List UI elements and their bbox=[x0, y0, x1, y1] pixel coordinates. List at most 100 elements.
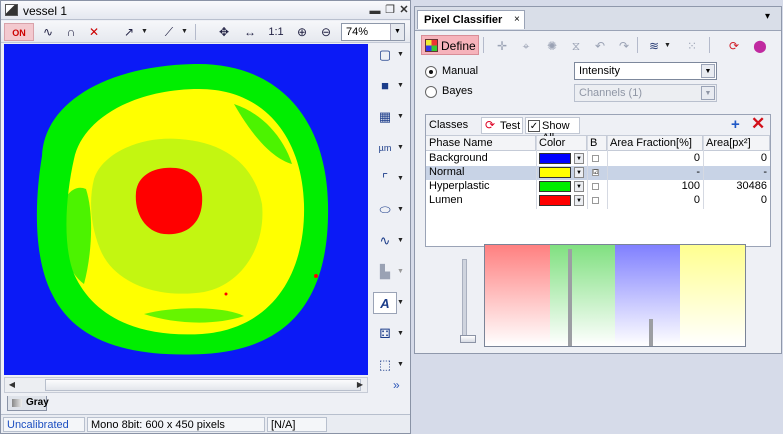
column-header[interactable]: Area Fraction[%] bbox=[607, 136, 703, 151]
column-header[interactable]: Area[px²] bbox=[703, 136, 770, 151]
close-icon[interactable]: ✕ bbox=[398, 4, 410, 16]
color-swatch[interactable] bbox=[539, 167, 571, 178]
curve-icon[interactable]: ∿ bbox=[38, 23, 58, 41]
column-header[interactable]: Phase Name bbox=[426, 136, 536, 151]
chevron-down-icon[interactable]: ▼ bbox=[574, 195, 584, 206]
scroll-right-icon[interactable]: ▶ bbox=[354, 379, 366, 391]
image-canvas[interactable] bbox=[4, 44, 368, 375]
channel-tab-gray[interactable]: Gray bbox=[7, 396, 49, 411]
b-checkbox[interactable] bbox=[592, 183, 599, 190]
arrow-dropdown-icon[interactable]: ▼ bbox=[141, 23, 149, 41]
chevron-down-icon[interactable]: ▼ bbox=[397, 323, 407, 345]
chevron-down-icon[interactable]: ▼ bbox=[701, 64, 715, 78]
define-button[interactable]: Define bbox=[421, 35, 479, 55]
chevron-down-icon[interactable]: ▼ bbox=[574, 181, 584, 192]
contrast-curve-icon[interactable]: ⟋ bbox=[159, 23, 179, 41]
classes-label: Classes bbox=[429, 119, 469, 131]
chevron-down-icon[interactable]: ▼ bbox=[397, 199, 407, 221]
tab-pixel-classifier[interactable]: Pixel Classifier × bbox=[417, 10, 525, 29]
bayes-radio[interactable] bbox=[425, 86, 437, 98]
restore-icon[interactable]: ❐ bbox=[384, 4, 396, 16]
width-icon[interactable]: ↔ bbox=[240, 23, 260, 41]
contrast-dropdown-icon[interactable]: ▼ bbox=[181, 23, 189, 41]
text-tool-icon[interactable]: A bbox=[373, 292, 397, 314]
target-icon[interactable]: ⌖ bbox=[517, 37, 535, 55]
chevron-down-icon[interactable]: ▼ bbox=[397, 106, 407, 128]
wave-icon[interactable]: ∿ bbox=[373, 230, 397, 252]
fit-icon[interactable]: ✥ bbox=[214, 23, 234, 41]
scrollbar-thumb[interactable] bbox=[45, 379, 361, 391]
sun-icon[interactable]: ✺ bbox=[543, 37, 561, 55]
chevron-down-icon[interactable]: ▼ bbox=[397, 230, 407, 252]
chevron-down-icon[interactable]: ▼ bbox=[397, 137, 407, 159]
color-mix-icon[interactable]: ⬤ bbox=[751, 37, 769, 55]
ellipse-icon[interactable]: ⬭ bbox=[373, 199, 397, 221]
b-checkbox[interactable] bbox=[592, 197, 599, 204]
table-row[interactable]: Background ▼ 0 0 bbox=[426, 152, 770, 166]
calibration-status[interactable]: Uncalibrated bbox=[3, 417, 85, 432]
clear-icon[interactable]: ✕ bbox=[84, 23, 104, 41]
zoom-select[interactable]: 74% ▼ bbox=[341, 23, 405, 41]
table-row[interactable]: Hyperplastic ▼ 100 30486 bbox=[426, 180, 770, 194]
horizontal-scrollbar[interactable]: ◀ ▶ bbox=[4, 377, 368, 393]
redo-icon[interactable]: ↷ bbox=[615, 37, 633, 55]
scroll-left-icon[interactable]: ◀ bbox=[6, 379, 18, 391]
chevron-down-icon[interactable]: ▼ bbox=[397, 75, 407, 97]
crop-icon[interactable]: ⌜ bbox=[373, 168, 397, 190]
zoom-out-icon[interactable]: ⊖ bbox=[316, 23, 336, 41]
channels-select[interactable]: Channels (1) ▼ bbox=[574, 84, 717, 102]
rectangle-icon[interactable]: ▢ bbox=[373, 44, 397, 66]
refresh-red-icon[interactable]: ⟳ bbox=[725, 37, 743, 55]
chevron-down-icon[interactable]: ▼ bbox=[664, 37, 672, 55]
image-window-titlebar[interactable]: vessel 1 ▬ ❐ ✕ bbox=[1, 1, 410, 20]
b-checkbox[interactable] bbox=[592, 155, 599, 162]
color-swatch[interactable] bbox=[539, 195, 571, 206]
histogram-slider-track[interactable] bbox=[462, 259, 467, 341]
undo-icon[interactable]: ↶ bbox=[591, 37, 609, 55]
more-tools-icon[interactable]: » bbox=[393, 378, 400, 392]
add-class-icon[interactable]: + bbox=[731, 116, 740, 133]
histogram-slider-thumb[interactable] bbox=[460, 335, 476, 343]
on-toggle-icon[interactable]: ON bbox=[4, 23, 34, 41]
show-all-checkbox[interactable]: ✓ Show All bbox=[525, 117, 580, 144]
funnel-icon[interactable]: ⧖ bbox=[567, 37, 585, 55]
zoom-value: 74% bbox=[346, 26, 369, 38]
chevron-down-icon[interactable]: ▼ bbox=[397, 261, 407, 283]
filled-rect-icon[interactable]: ■ bbox=[373, 75, 397, 97]
test-button[interactable]: ⟳ Test bbox=[481, 117, 523, 134]
dots-grid-icon[interactable]: ⁙ bbox=[683, 37, 701, 55]
chevron-down-icon[interactable]: ▼ bbox=[390, 24, 404, 40]
feature-select[interactable]: Intensity ▼ bbox=[574, 62, 717, 80]
measure-icon[interactable]: µm bbox=[373, 137, 397, 159]
color-swatch[interactable] bbox=[539, 181, 571, 192]
histogram[interactable] bbox=[484, 244, 746, 347]
grid-icon[interactable]: ▦ bbox=[373, 106, 397, 128]
actual-size-button[interactable]: 1:1 bbox=[266, 23, 286, 41]
region-icon[interactable]: ⬚ bbox=[373, 354, 397, 376]
arrow-icon[interactable]: ↗ bbox=[119, 23, 139, 41]
b-checkbox[interactable]: ☑ bbox=[592, 169, 599, 176]
table-row[interactable]: Lumen ▼ 0 0 bbox=[426, 194, 770, 208]
chevron-down-icon[interactable]: ▼ bbox=[397, 44, 407, 66]
column-header[interactable]: Color bbox=[536, 136, 587, 151]
plus-cross-icon[interactable]: ✛ bbox=[493, 37, 511, 55]
zoom-in-icon[interactable]: ⊕ bbox=[292, 23, 312, 41]
chevron-down-icon[interactable]: ▼ bbox=[397, 354, 407, 376]
chevron-down-icon[interactable]: ▼ bbox=[701, 86, 715, 100]
waves-icon[interactable]: ≋ bbox=[645, 37, 663, 55]
manual-radio[interactable] bbox=[425, 66, 437, 78]
minimize-icon[interactable]: ▬ bbox=[369, 5, 381, 17]
stamp-icon[interactable]: ▙ bbox=[373, 261, 397, 283]
chevron-down-icon[interactable]: ▼ bbox=[574, 167, 584, 178]
chevron-down-icon[interactable]: ▼ bbox=[397, 168, 407, 190]
panel-menu-icon[interactable]: ▾ bbox=[765, 11, 770, 22]
column-header[interactable]: B bbox=[587, 136, 607, 151]
curve2-icon[interactable]: ∩ bbox=[61, 23, 81, 41]
delete-class-icon[interactable]: ✕ bbox=[751, 114, 765, 134]
chevron-down-icon[interactable]: ▼ bbox=[574, 153, 584, 164]
table-row[interactable]: Normal ▼ ☑ - - bbox=[426, 166, 770, 180]
tab-close-icon[interactable]: × bbox=[514, 14, 520, 25]
chevron-down-icon[interactable]: ▼ bbox=[397, 292, 407, 314]
color-swatch[interactable] bbox=[539, 153, 571, 164]
dots-icon[interactable]: ⚃ bbox=[373, 323, 397, 345]
